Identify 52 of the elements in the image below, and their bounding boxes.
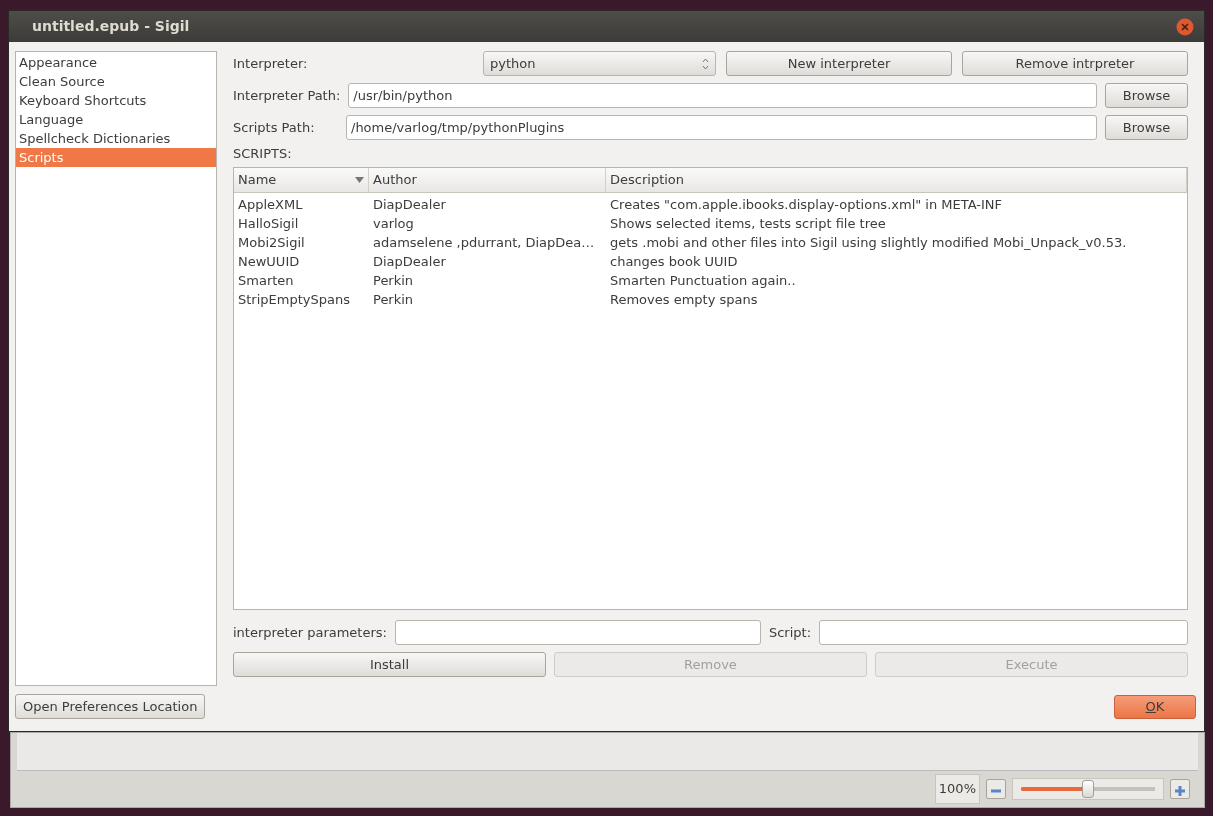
interpreter-button[interactable]: New interpreter [726, 51, 952, 76]
browse-button[interactable]: Browse [1105, 115, 1188, 140]
table-cell-text: Mobi2Sigil [237, 233, 306, 252]
sidebar-item[interactable]: Language [16, 110, 216, 129]
slider-handle[interactable] [1082, 780, 1094, 798]
column-header[interactable]: Author [369, 167, 606, 192]
table-cell-text: AppleXML [237, 195, 304, 214]
column-header[interactable]: Description [606, 167, 1187, 192]
table-cell-text: varlog [372, 214, 415, 233]
column-header[interactable]: Name [234, 167, 369, 192]
interpreter-dropdown[interactable]: python [483, 51, 716, 76]
path-field[interactable]: /home/varlog/tmp/pythonPlugins [346, 115, 1097, 140]
table-cell-text: changes book UUID [609, 252, 739, 271]
path-field[interactable]: /usr/bin/python [348, 83, 1097, 108]
close-icon[interactable] [1176, 17, 1194, 36]
field-label: Script: [768, 623, 812, 642]
table-cell-text: Creates "com.apple.ibooks.display-options.xml" in META-INF [609, 195, 1004, 214]
field-label: interpreter parameters: [233, 623, 387, 642]
table-cell-text: HalloSigil [237, 214, 300, 233]
table-cell-text: Smarten Punctuation again.. [609, 271, 797, 290]
table-cell-text: Removes empty spans [609, 290, 759, 309]
table-cell-text: NewUUID [237, 252, 301, 271]
action-button[interactable]: Install [233, 652, 546, 677]
table-cell-text: Shows selected items, tests script file tree [609, 214, 887, 233]
plus-icon [1174, 784, 1186, 797]
table-cell-text: Perkin [372, 271, 415, 290]
field-label: Interpreter Path: [233, 86, 341, 105]
interpreter-button[interactable]: Remove intrpreter [962, 51, 1188, 76]
field-label: Interpreter: [233, 54, 309, 73]
sidebar-item[interactable]: Spellcheck Dictionaries [16, 129, 216, 148]
ok-button[interactable]: OK [1114, 695, 1196, 719]
table-cell-text: DiapDealer [372, 252, 447, 271]
table-cell-text: Smarten [237, 271, 295, 290]
zoom-in-button[interactable] [1170, 779, 1190, 799]
section-label: SCRIPTS: [233, 145, 293, 163]
window-title: untitled.epub - Sigil [32, 17, 190, 36]
browse-button[interactable]: Browse [1105, 83, 1188, 108]
table-cell-text: StripEmptySpans [237, 290, 351, 309]
sidebar-item[interactable]: Clean Source [16, 72, 216, 91]
sidebar-item[interactable]: Appearance [16, 53, 216, 72]
table-cell-text: gets .mobi and other files into Sigil using slightly modified Mobi_Unpack_v0.53. [609, 233, 1128, 252]
spinner-arrows-icon [702, 57, 709, 70]
script-field[interactable] [819, 620, 1188, 645]
table-cell-text: Perkin [372, 290, 415, 309]
table-cell-text: DiapDealer [372, 195, 447, 214]
zoom-out-button[interactable] [986, 779, 1006, 799]
open-preferences-button[interactable]: Open Preferences Location [15, 694, 206, 719]
zoom-level: 100% [934, 774, 980, 804]
parameters-field[interactable] [394, 620, 761, 645]
sidebar-item[interactable]: Keyboard Shortcuts [16, 91, 216, 110]
table-cell-text: adamselene ,pdurrant, DiapDea… [372, 233, 596, 252]
field-label: Scripts Path: [233, 118, 316, 137]
